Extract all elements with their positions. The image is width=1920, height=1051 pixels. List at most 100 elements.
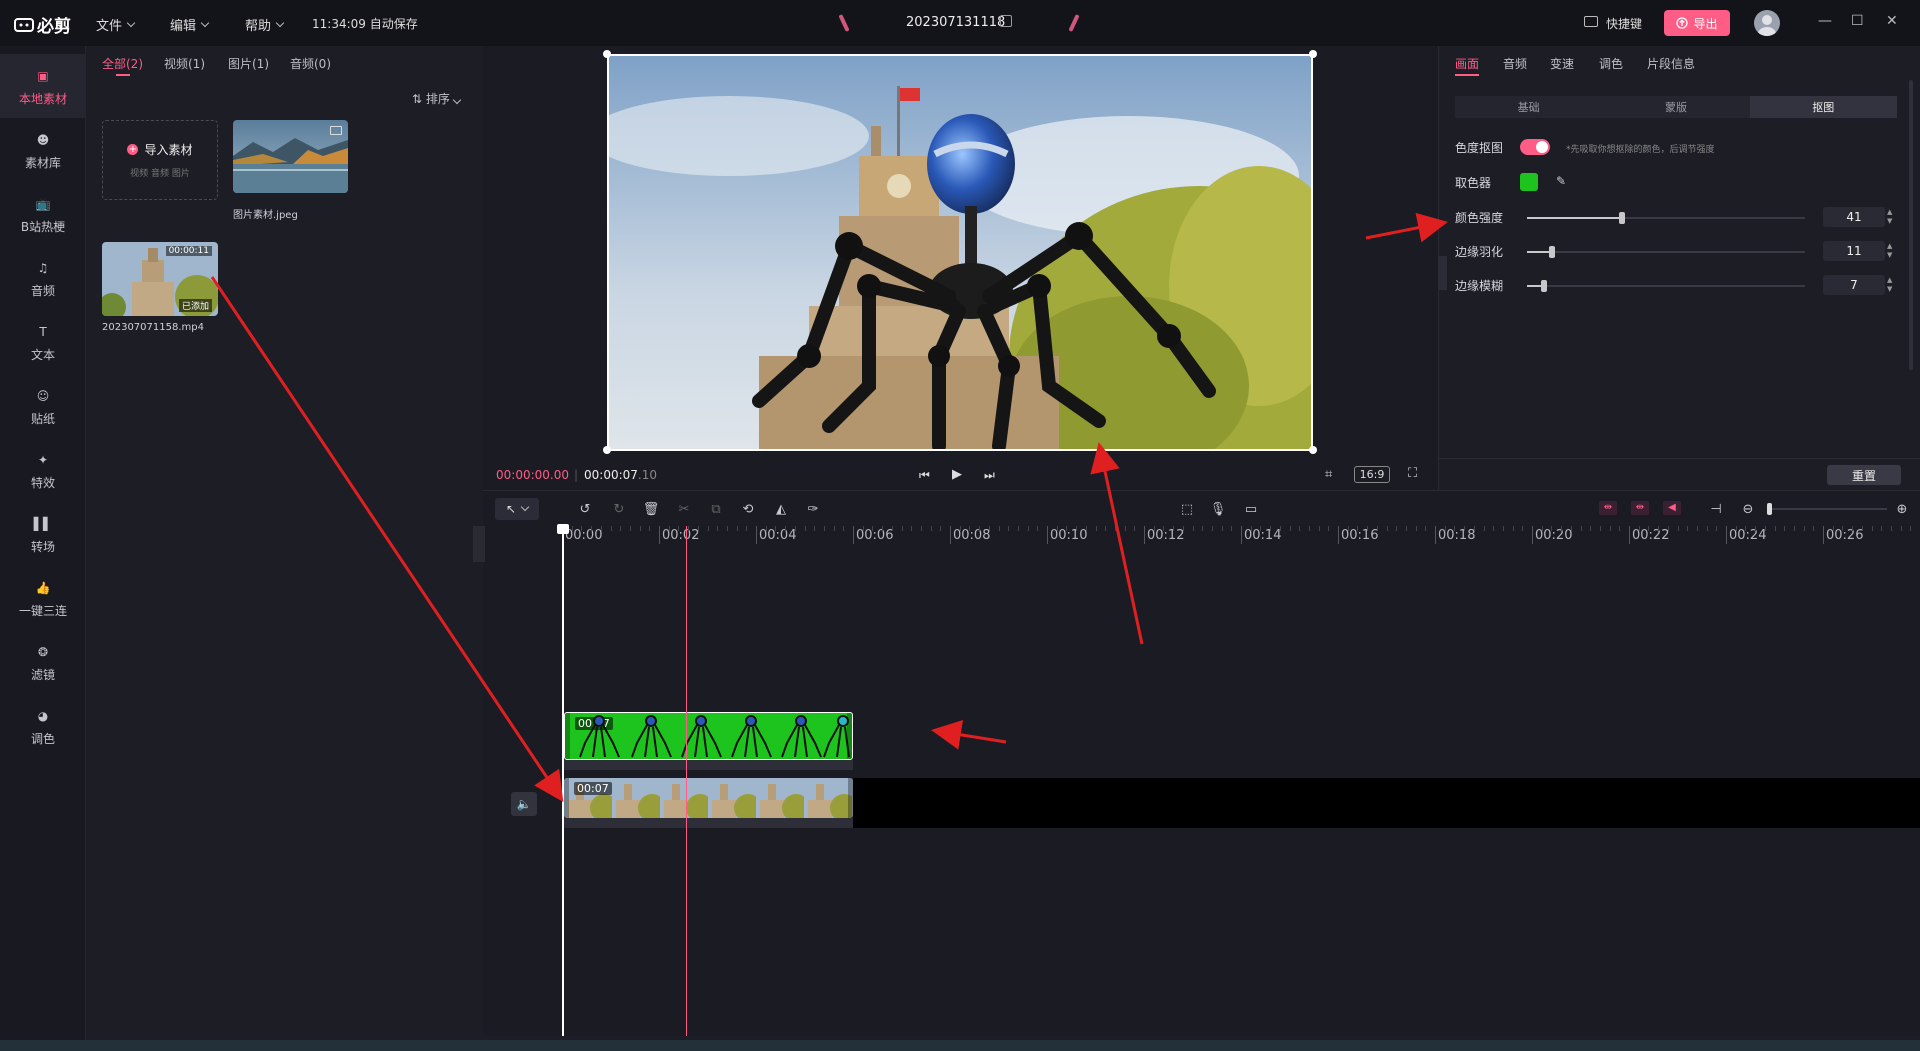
collapse-panel-handle[interactable] [1439, 256, 1447, 290]
shortcut-button[interactable]: 快捷键 [1606, 15, 1642, 32]
trim-handle-left[interactable] [565, 713, 570, 759]
maximize-button[interactable]: ☐ [1851, 13, 1864, 29]
edge-blur-slider[interactable] [1527, 280, 1805, 292]
resize-handle[interactable] [1309, 50, 1317, 58]
eyedropper-icon[interactable]: ✎ [1556, 174, 1566, 188]
aspect-ratio-button[interactable]: 16:9 [1354, 466, 1390, 483]
playhead-handle[interactable] [557, 524, 569, 534]
play-icon[interactable]: ▶ [952, 467, 962, 482]
delete-icon[interactable]: 🗑 [643, 501, 660, 517]
undo-icon[interactable]: ↺ [577, 501, 593, 517]
edge-feather-value[interactable]: 11 [1823, 241, 1885, 261]
nav-item-5[interactable]: ☺ 贴纸 [0, 374, 86, 438]
zoom-in-icon[interactable]: ⊕ [1894, 501, 1910, 517]
segment-basic[interactable]: 基础 [1455, 96, 1602, 118]
nav-item-3[interactable]: ♫ 音频 [0, 246, 86, 310]
track-mute-icon[interactable]: 🔈 [511, 792, 537, 816]
ruler-minor-tick [1803, 526, 1805, 531]
edge-feather-slider[interactable] [1527, 246, 1805, 258]
main-video-clip[interactable]: 00:07 [564, 778, 853, 818]
stepper-icon[interactable]: ▲ ▼ [1887, 242, 1897, 260]
preview-canvas[interactable] [607, 54, 1313, 451]
segment-cutout[interactable]: 抠图 [1749, 96, 1897, 118]
fullscreen-icon[interactable]: ⛶ [1408, 466, 1417, 481]
trim-icon[interactable]: ⧉ [708, 501, 724, 517]
mirror-icon[interactable]: ◭ [773, 501, 789, 517]
export-button[interactable]: 导出 [1664, 10, 1730, 36]
menu-file[interactable]: 文件 [96, 15, 136, 34]
sort-button[interactable]: ⇅ 排序 [412, 90, 461, 107]
camera-icon[interactable]: ▭ [1243, 501, 1259, 517]
audio-separate-icon[interactable]: ◀ [1663, 501, 1681, 515]
color-strength-slider[interactable] [1527, 212, 1805, 224]
media-item-video[interactable]: 00:00:11 已添加 [102, 242, 218, 316]
tab-picture[interactable]: 画面 [1455, 55, 1479, 72]
tab-speed[interactable]: 变速 [1550, 55, 1574, 72]
crop-icon[interactable]: ⌗ [1325, 467, 1332, 482]
overlay-video-clip[interactable]: 00:07 [564, 712, 853, 760]
media-item-image[interactable] [233, 120, 348, 193]
user-avatar[interactable] [1754, 10, 1780, 36]
reset-button[interactable]: 重置 [1827, 465, 1901, 485]
slider-knob[interactable] [1549, 246, 1556, 258]
nav-item-2[interactable]: 📺 B站热梗 [0, 182, 86, 246]
resize-handle[interactable] [1309, 446, 1317, 454]
zoom-slider[interactable] [1767, 503, 1887, 515]
tab-all[interactable]: 全部(2) [102, 55, 143, 76]
nav-item-6[interactable]: ✦ 特效 [0, 438, 86, 502]
scrollbar[interactable] [1909, 80, 1913, 370]
trim-handle-left[interactable] [564, 778, 569, 818]
stepper-icon[interactable]: ▲ ▼ [1887, 208, 1897, 226]
tab-video[interactable]: 视频(1) [164, 55, 205, 72]
split-icon[interactable]: ✂ [676, 501, 692, 517]
edge-blur-value[interactable]: 7 [1823, 275, 1885, 295]
collapse-media-handle[interactable] [473, 526, 485, 562]
menu-help[interactable]: 帮助 [245, 15, 285, 34]
nav-item-1[interactable]: ☻ 素材库 [0, 118, 86, 182]
resize-handle[interactable] [603, 446, 611, 454]
select-tool-dropdown[interactable]: ↖ [495, 498, 539, 520]
tab-audio[interactable]: 音频 [1503, 55, 1527, 72]
nav-item-8[interactable]: 👍 一键三连 [0, 566, 86, 630]
playhead[interactable] [562, 526, 564, 1036]
pin-icon[interactable]: ✑ [805, 501, 821, 517]
tab-audio[interactable]: 音频(0) [290, 55, 331, 72]
nav-item-10[interactable]: ◕ 调色 [0, 694, 86, 758]
next-frame-icon[interactable]: ⏭ [984, 468, 995, 483]
slider-knob[interactable] [1540, 280, 1547, 292]
nav-item-9[interactable]: ❂ 滤镜 [0, 630, 86, 694]
trim-handle-right[interactable] [847, 713, 852, 759]
screen-capture-icon[interactable]: ⬚ [1179, 501, 1195, 517]
stepper-icon[interactable]: ▲ ▼ [1887, 276, 1897, 294]
nav-item-7[interactable]: ▌▌ 转场 [0, 502, 86, 566]
replace-icon[interactable]: ⟲ [740, 501, 756, 517]
ruler-tick-line [1338, 526, 1339, 544]
zoom-slider-knob[interactable] [1767, 503, 1772, 515]
nav-item-0[interactable]: ▣ 本地素材 [0, 54, 86, 118]
trim-handle-right[interactable] [848, 778, 853, 818]
link-clips-icon[interactable]: ⇹ [1631, 501, 1649, 515]
main-track-empty-area[interactable] [853, 778, 1920, 828]
nav-item-4[interactable]: T 文本 [0, 310, 86, 374]
microphone-icon[interactable]: 🎙 [1210, 501, 1227, 517]
minimize-button[interactable]: — [1818, 13, 1832, 29]
segment-mask[interactable]: 蒙版 [1602, 96, 1749, 118]
resize-handle[interactable] [603, 50, 611, 58]
close-button[interactable]: ✕ [1886, 13, 1898, 29]
magnet-snap-icon[interactable]: ⇹ [1599, 501, 1617, 515]
color-strength-value[interactable]: 41 [1823, 207, 1885, 227]
chroma-key-toggle[interactable] [1520, 139, 1550, 155]
center-align-icon[interactable]: ⊣ [1708, 501, 1724, 517]
menu-edit[interactable]: 编辑 [170, 15, 210, 34]
tab-color[interactable]: 调色 [1599, 55, 1623, 72]
tab-image[interactable]: 图片(1) [228, 55, 269, 72]
time-ruler[interactable]: 00:00 00:02 00:04 00:06 00:08 00:10 00:12 00:14… [483, 526, 1920, 546]
previous-frame-icon[interactable]: ⏮ [919, 468, 930, 483]
picked-color-swatch[interactable] [1520, 173, 1538, 191]
edit-title-icon[interactable] [1000, 15, 1012, 27]
import-media-button[interactable]: + 导入素材 视频 音频 图片 [102, 120, 218, 200]
tab-clip-info[interactable]: 片段信息 [1647, 55, 1695, 72]
redo-icon[interactable]: ↻ [611, 501, 627, 517]
slider-knob[interactable] [1618, 212, 1625, 224]
zoom-out-icon[interactable]: ⊖ [1740, 501, 1756, 517]
